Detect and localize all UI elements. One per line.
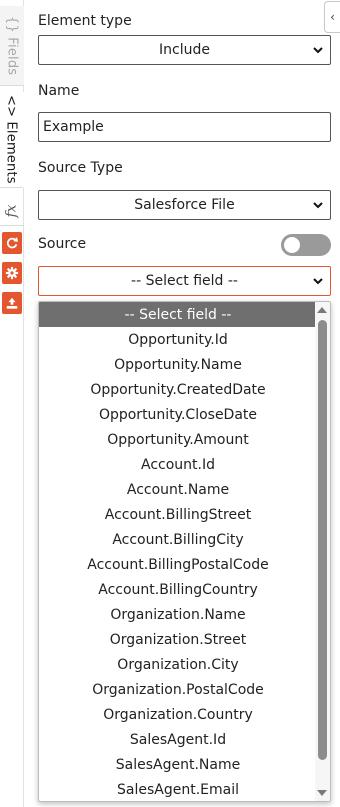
dropdown-option[interactable]: Account.BillingStreet bbox=[39, 502, 317, 527]
dropdown-scrollbar[interactable] bbox=[315, 302, 330, 801]
toggle-knob bbox=[284, 237, 300, 253]
scrollbar-thumb[interactable] bbox=[318, 320, 327, 760]
side-tab-rail: {} Fields <> Elements fx bbox=[0, 0, 24, 807]
refresh-icon bbox=[6, 237, 18, 249]
source-type-select[interactable]: Salesforce File bbox=[38, 190, 331, 220]
dropdown-option[interactable]: Opportunity.Name bbox=[39, 352, 317, 377]
element-type-label: Element type bbox=[38, 13, 132, 29]
upload-button[interactable] bbox=[2, 292, 22, 314]
dropdown-option[interactable]: Organization.Country bbox=[39, 702, 317, 727]
dropdown-option[interactable]: Account.BillingPostalCode bbox=[39, 552, 317, 577]
refresh-button[interactable] bbox=[2, 232, 22, 254]
dropdown-option[interactable]: Organization.PostalCode bbox=[39, 677, 317, 702]
element-type-value: Include bbox=[159, 42, 210, 58]
chevron-down-icon bbox=[313, 47, 323, 54]
dropdown-option[interactable]: Organization.Street bbox=[39, 627, 317, 652]
tab-elements[interactable]: <> Elements bbox=[0, 92, 24, 188]
chevron-down-icon bbox=[313, 202, 323, 209]
dropdown-option[interactable]: Opportunity.Id bbox=[39, 327, 317, 352]
tab-functions[interactable]: fx bbox=[0, 196, 24, 226]
collapse-panel-button[interactable]: ‹ bbox=[324, 1, 340, 33]
dropdown-option[interactable]: Opportunity.Amount bbox=[39, 427, 317, 452]
tab-fields[interactable]: {} Fields bbox=[0, 6, 24, 86]
tab-functions-label: fx bbox=[3, 203, 20, 218]
source-field-select[interactable]: -- Select field -- bbox=[38, 266, 331, 296]
source-field-dropdown-list[interactable]: -- Select field -- Opportunity.Id Opport… bbox=[38, 301, 331, 802]
source-field-value: -- Select field -- bbox=[131, 273, 238, 289]
dropdown-option[interactable]: Account.BillingCity bbox=[39, 527, 317, 552]
source-type-value: Salesforce File bbox=[134, 197, 235, 213]
dropdown-option[interactable]: SalesAgent.Name bbox=[39, 752, 317, 777]
dropdown-option[interactable]: Opportunity.CloseDate bbox=[39, 402, 317, 427]
dropdown-option[interactable]: SalesAgent.Id bbox=[39, 727, 317, 752]
dropdown-option[interactable]: Account.BillingCountry bbox=[39, 577, 317, 602]
dropdown-option[interactable]: Organization.Name bbox=[39, 602, 317, 627]
element-type-select[interactable]: Include bbox=[38, 35, 331, 65]
dropdown-option[interactable]: Organization.City bbox=[39, 652, 317, 677]
settings-button[interactable] bbox=[2, 262, 22, 284]
chevron-down-icon bbox=[313, 278, 323, 285]
source-type-label: Source Type bbox=[38, 160, 123, 176]
gear-icon bbox=[5, 266, 19, 280]
upload-icon bbox=[6, 297, 18, 309]
scroll-down-icon[interactable] bbox=[317, 790, 327, 796]
dropdown-option[interactable]: Account.Id bbox=[39, 452, 317, 477]
scroll-up-icon[interactable] bbox=[317, 307, 327, 313]
name-input[interactable]: Example bbox=[38, 112, 331, 142]
dropdown-option[interactable]: Account.Name bbox=[39, 477, 317, 502]
name-label: Name bbox=[38, 83, 80, 99]
tab-fields-label: {} Fields bbox=[4, 15, 20, 76]
source-label: Source bbox=[38, 236, 87, 252]
dropdown-option[interactable]: -- Select field -- bbox=[39, 302, 317, 327]
source-toggle[interactable] bbox=[281, 234, 331, 256]
name-value: Example bbox=[43, 119, 104, 135]
dropdown-option[interactable]: SalesAgent.Email bbox=[39, 777, 317, 801]
tab-elements-label: <> Elements bbox=[3, 95, 19, 184]
dropdown-option[interactable]: Opportunity.CreatedDate bbox=[39, 377, 317, 402]
chevron-left-icon: ‹ bbox=[330, 10, 335, 24]
